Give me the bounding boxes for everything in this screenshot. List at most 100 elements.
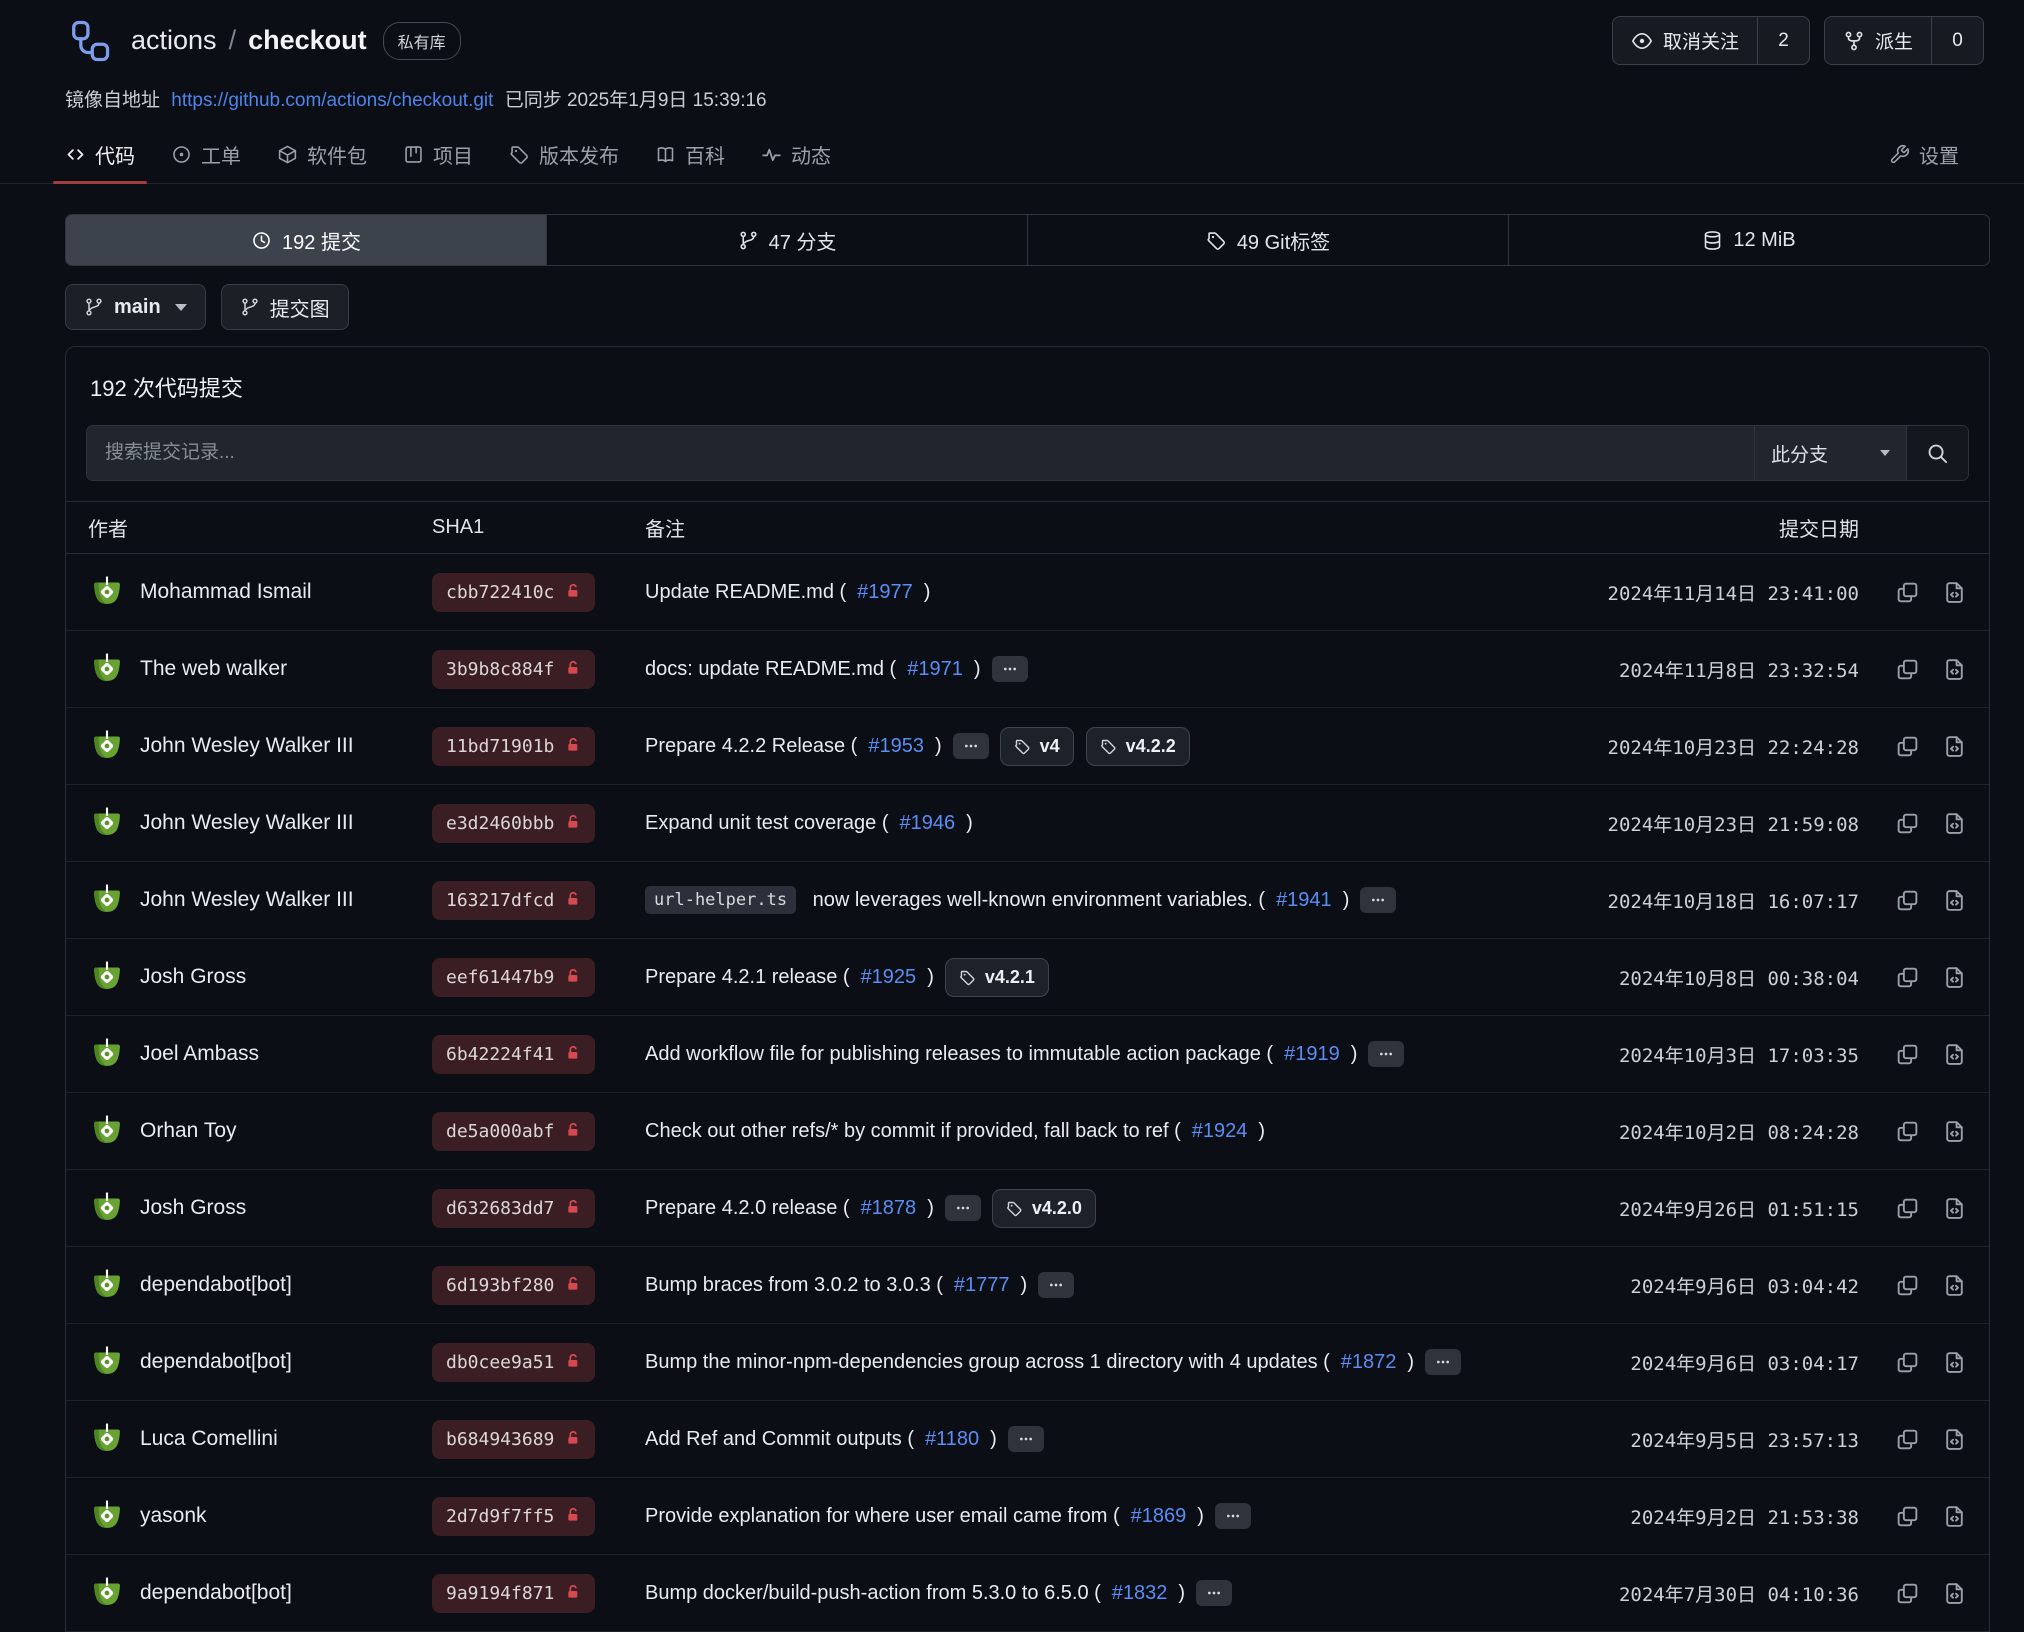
commit-author-link[interactable]: The web walker: [140, 657, 287, 681]
issue-link[interactable]: #1180: [925, 1428, 979, 1451]
browse-code-at-commit-button[interactable]: [1942, 1042, 1967, 1067]
fork-button[interactable]: 派生: [1825, 17, 1931, 64]
browse-code-at-commit-button[interactable]: [1942, 1427, 1967, 1452]
release-tag-pill[interactable]: v4: [1000, 727, 1074, 766]
stat-repo-size[interactable]: 12 MiB: [1508, 215, 1989, 265]
browse-code-at-commit-button[interactable]: [1942, 734, 1967, 759]
expand-commit-button[interactable]: [1196, 1580, 1232, 1606]
commit-sha-link[interactable]: e3d2460bbb: [432, 804, 595, 843]
issue-link[interactable]: #1872: [1341, 1351, 1397, 1374]
copy-sha-button[interactable]: [1895, 580, 1920, 605]
commit-author-link[interactable]: Josh Gross: [140, 1196, 246, 1220]
browse-code-at-commit-button[interactable]: [1942, 888, 1967, 913]
commit-sha-link[interactable]: 6b42224f41: [432, 1035, 595, 1074]
search-button[interactable]: [1906, 426, 1968, 480]
copy-sha-button[interactable]: [1895, 734, 1920, 759]
browse-code-at-commit-button[interactable]: [1942, 580, 1967, 605]
expand-commit-button[interactable]: [1038, 1272, 1074, 1298]
commit-sha-link[interactable]: 163217dfcd: [432, 881, 595, 920]
copy-sha-button[interactable]: [1895, 657, 1920, 682]
commit-author-link[interactable]: dependabot[bot]: [140, 1273, 292, 1297]
commit-sha-link[interactable]: 6d193bf280: [432, 1266, 595, 1305]
copy-sha-button[interactable]: [1895, 1273, 1920, 1298]
commit-sha-link[interactable]: 9a9194f871: [432, 1574, 595, 1613]
issue-link[interactable]: #1832: [1112, 1582, 1168, 1605]
issue-link[interactable]: #1925: [861, 966, 917, 989]
copy-sha-button[interactable]: [1895, 1042, 1920, 1067]
commit-sha-link[interactable]: eef61447b9: [432, 958, 595, 997]
search-commits-input[interactable]: [87, 426, 1754, 480]
issue-link[interactable]: #1919: [1284, 1043, 1340, 1066]
browse-code-at-commit-button[interactable]: [1942, 1196, 1967, 1221]
browse-code-at-commit-button[interactable]: [1942, 657, 1967, 682]
tab-settings[interactable]: 设置: [1871, 128, 1977, 183]
issue-link[interactable]: #1924: [1192, 1120, 1248, 1143]
issue-link[interactable]: #1777: [954, 1274, 1010, 1297]
browse-code-at-commit-button[interactable]: [1942, 1581, 1967, 1606]
stat-branches[interactable]: 47 分支: [546, 215, 1027, 265]
expand-commit-button[interactable]: [1215, 1503, 1251, 1529]
tab-projects[interactable]: 项目: [385, 128, 491, 183]
commit-sha-link[interactable]: 2d7d9f7ff5: [432, 1497, 595, 1536]
expand-commit-button[interactable]: [1008, 1426, 1044, 1452]
copy-sha-button[interactable]: [1895, 1350, 1920, 1375]
watchers-count[interactable]: 2: [1757, 17, 1809, 64]
tab-issues[interactable]: 工单: [153, 128, 259, 183]
commit-author-link[interactable]: Luca Comellini: [140, 1427, 278, 1451]
copy-sha-button[interactable]: [1895, 1581, 1920, 1606]
copy-sha-button[interactable]: [1895, 965, 1920, 990]
browse-code-at-commit-button[interactable]: [1942, 1119, 1967, 1144]
expand-commit-button[interactable]: [953, 733, 989, 759]
tab-code[interactable]: 代码: [47, 128, 153, 183]
commit-sha-link[interactable]: de5a000abf: [432, 1112, 595, 1151]
tab-activity[interactable]: 动态: [743, 128, 849, 183]
stat-tags[interactable]: 49 Git标签: [1027, 215, 1508, 265]
commit-author-link[interactable]: John Wesley Walker III: [140, 888, 354, 912]
issue-link[interactable]: #1869: [1131, 1505, 1187, 1528]
commit-sha-link[interactable]: 3b9b8c884f: [432, 650, 595, 689]
expand-commit-button[interactable]: [945, 1195, 981, 1221]
commit-sha-link[interactable]: 11bd71901b: [432, 727, 595, 766]
copy-sha-button[interactable]: [1895, 1504, 1920, 1529]
issue-link[interactable]: #1971: [907, 658, 963, 681]
mirror-url-link[interactable]: https://github.com/actions/checkout.git: [171, 90, 493, 111]
branch-selector[interactable]: main: [65, 284, 206, 330]
commit-graph-button[interactable]: 提交图: [221, 284, 349, 330]
commit-author-link[interactable]: Josh Gross: [140, 965, 246, 989]
commit-sha-link[interactable]: db0cee9a51: [432, 1343, 595, 1382]
expand-commit-button[interactable]: [992, 656, 1028, 682]
commit-author-link[interactable]: yasonk: [140, 1504, 207, 1528]
tab-packages[interactable]: 软件包: [259, 128, 385, 183]
copy-sha-button[interactable]: [1895, 888, 1920, 913]
copy-sha-button[interactable]: [1895, 1196, 1920, 1221]
breadcrumb-owner-link[interactable]: actions: [131, 25, 217, 56]
copy-sha-button[interactable]: [1895, 1119, 1920, 1144]
copy-sha-button[interactable]: [1895, 811, 1920, 836]
tab-releases[interactable]: 版本发布: [491, 128, 637, 183]
browse-code-at-commit-button[interactable]: [1942, 1504, 1967, 1529]
issue-link[interactable]: #1941: [1276, 889, 1332, 912]
issue-link[interactable]: #1953: [868, 735, 924, 758]
release-tag-pill[interactable]: v4.2.0: [992, 1189, 1096, 1228]
search-scope-dropdown[interactable]: 此分支: [1754, 426, 1906, 480]
commit-sha-link[interactable]: d632683dd7: [432, 1189, 595, 1228]
issue-link[interactable]: #1878: [861, 1197, 917, 1220]
commit-author-link[interactable]: John Wesley Walker III: [140, 811, 354, 835]
breadcrumb-repo-link[interactable]: checkout: [248, 25, 367, 56]
forks-count[interactable]: 0: [1931, 17, 1983, 64]
browse-code-at-commit-button[interactable]: [1942, 1273, 1967, 1298]
commit-sha-link[interactable]: cbb722410c: [432, 573, 595, 612]
expand-commit-button[interactable]: [1368, 1041, 1404, 1067]
unwatch-button[interactable]: 取消关注: [1613, 17, 1757, 64]
commit-author-link[interactable]: Joel Ambass: [140, 1042, 259, 1066]
release-tag-pill[interactable]: v4.2.2: [1086, 727, 1190, 766]
stat-commits[interactable]: 192 提交: [66, 215, 546, 265]
browse-code-at-commit-button[interactable]: [1942, 1350, 1967, 1375]
commit-author-link[interactable]: Mohammad Ismail: [140, 580, 312, 604]
commit-author-link[interactable]: Orhan Toy: [140, 1119, 237, 1143]
commit-sha-link[interactable]: b684943689: [432, 1420, 595, 1459]
copy-sha-button[interactable]: [1895, 1427, 1920, 1452]
tab-wiki[interactable]: 百科: [637, 128, 743, 183]
browse-code-at-commit-button[interactable]: [1942, 965, 1967, 990]
issue-link[interactable]: #1977: [857, 581, 913, 604]
